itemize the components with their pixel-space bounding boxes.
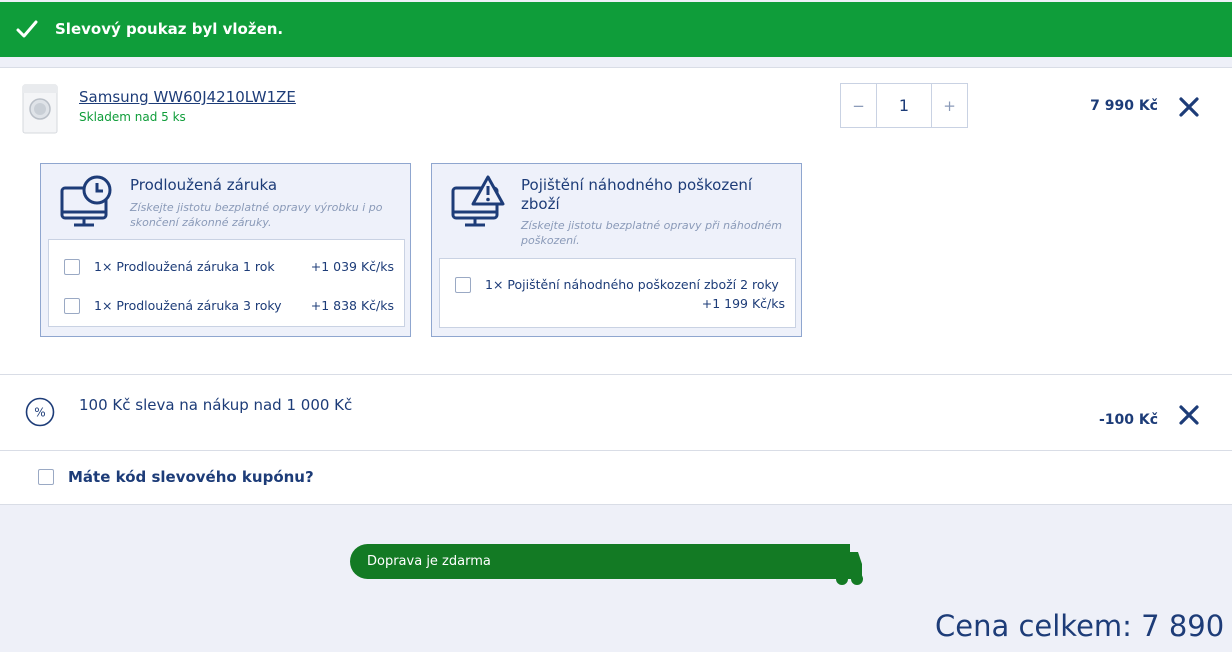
free-shipping-indicator: Doprava je zdarma bbox=[350, 544, 882, 586]
coupon-panel: Máte kód slevového kupónu? bbox=[0, 450, 1232, 505]
success-message: Slevový poukaz byl vložen. bbox=[55, 20, 284, 38]
warranty-description: Získejte jistotu bezplatné opravy výrobk… bbox=[130, 201, 383, 229]
insurance-description: Získejte jistotu bezplatné opravy při ná… bbox=[521, 219, 783, 247]
insurance-options: 1× Pojištění náhodného poškození zboží 2… bbox=[439, 258, 796, 328]
stock-status: Skladem nad 5 ks bbox=[79, 110, 186, 124]
insurance-2-years-checkbox[interactable] bbox=[455, 277, 471, 293]
remove-item-close-icon[interactable] bbox=[1178, 96, 1200, 118]
insurance-title: Pojištění náhodného poškození zboží bbox=[521, 176, 753, 213]
product-price: 7 990 Kč bbox=[1090, 98, 1158, 114]
svg-text:%: % bbox=[34, 406, 45, 420]
quantity-stepper: − 1 + bbox=[840, 83, 968, 128]
discount-panel: % 100 Kč sleva na nákup nad 1 000 Kč -10… bbox=[0, 374, 1232, 451]
monitor-warning-icon bbox=[451, 175, 505, 227]
washing-machine-image bbox=[22, 84, 58, 134]
warranty-options: 1× Prodloužená záruka 1 rok +1 039 Kč/ks… bbox=[48, 239, 405, 327]
percent-icon: % bbox=[25, 397, 55, 427]
success-banner: Slevový poukaz byl vložen. bbox=[0, 2, 1232, 57]
insurance-option-2-years[interactable]: 1× Pojištění náhodného poškození zboží 2… bbox=[455, 276, 785, 311]
option-price: +1 838 Kč/ks bbox=[310, 298, 394, 313]
option-price: +1 039 Kč/ks bbox=[310, 259, 394, 274]
cart-item-panel: Samsung WW60J4210LW1ZE Skladem nad 5 ks … bbox=[0, 67, 1232, 375]
coupon-label[interactable]: Máte kód slevového kupónu? bbox=[68, 468, 314, 486]
discount-title: 100 Kč sleva na nákup nad 1 000 Kč bbox=[79, 396, 353, 414]
warranty-option-1-year[interactable]: 1× Prodloužená záruka 1 rok +1 039 Kč/ks bbox=[64, 258, 394, 276]
option-label: 1× Prodloužená záruka 1 rok bbox=[94, 259, 275, 274]
option-label: 1× Pojištění náhodného poškození zboží 2… bbox=[485, 277, 779, 292]
warranty-option-3-years[interactable]: 1× Prodloužená záruka 3 roky +1 838 Kč/k… bbox=[64, 297, 394, 315]
total-price: Cena celkem: 7 890 Kč bbox=[935, 609, 1232, 643]
coupon-checkbox[interactable] bbox=[38, 469, 54, 485]
truck-icon bbox=[830, 544, 863, 585]
product-name-link[interactable]: Samsung WW60J4210LW1ZE bbox=[79, 88, 296, 106]
shipping-label: Doprava je zdarma bbox=[367, 554, 491, 569]
quantity-input[interactable]: 1 bbox=[876, 84, 932, 127]
warranty-3-years-checkbox[interactable] bbox=[64, 298, 80, 314]
option-label: 1× Prodloužená záruka 3 roky bbox=[94, 298, 282, 313]
damage-insurance-card: Pojištění náhodného poškození zboží Získ… bbox=[431, 163, 802, 337]
quantity-decrease-button[interactable]: − bbox=[841, 84, 876, 127]
check-icon bbox=[16, 20, 38, 38]
discount-amount: -100 Kč bbox=[1098, 412, 1158, 428]
option-price: +1 199 Kč/ks bbox=[701, 296, 785, 311]
extended-warranty-card: Prodloužená záruka Získejte jistotu bezp… bbox=[40, 163, 411, 337]
warranty-1-year-checkbox[interactable] bbox=[64, 259, 80, 275]
monitor-clock-icon bbox=[60, 175, 112, 227]
warranty-title: Prodloužená záruka bbox=[130, 176, 278, 194]
quantity-increase-button[interactable]: + bbox=[932, 84, 967, 127]
remove-discount-close-icon[interactable] bbox=[1178, 404, 1200, 426]
